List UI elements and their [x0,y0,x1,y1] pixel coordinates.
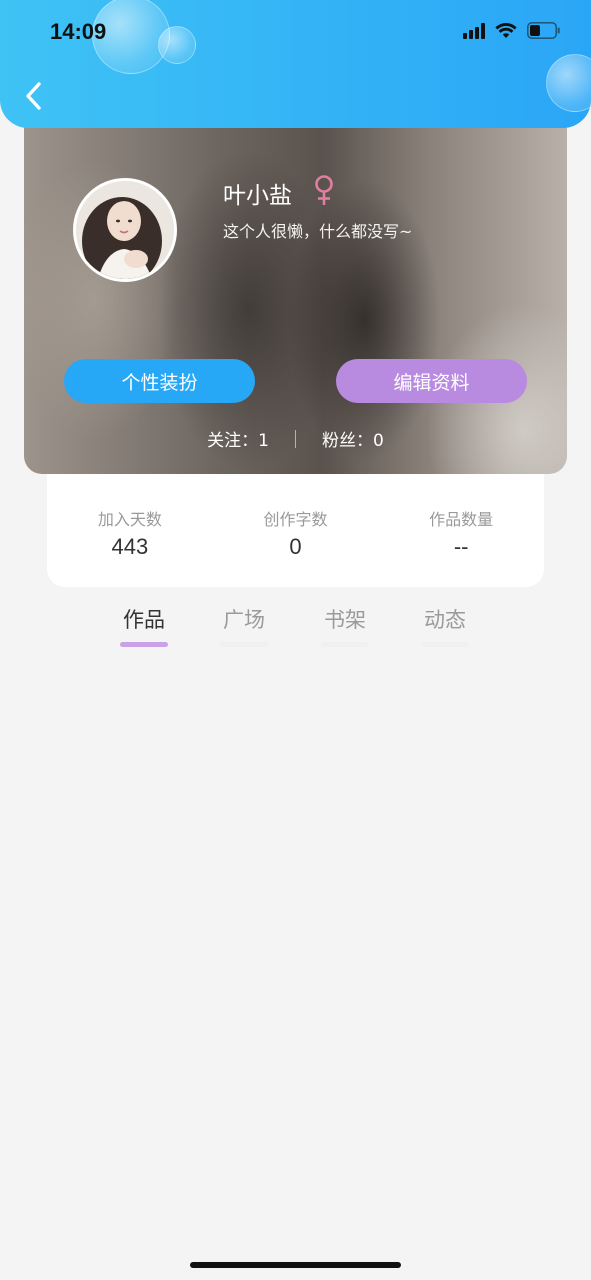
wifi-icon [495,22,517,39]
stat-label: 创作字数 [263,510,328,529]
stat-value: 443 [111,534,149,559]
followers-count[interactable]: 粉丝：0 [322,426,384,451]
tab-square[interactable]: 广场 [214,604,274,647]
status-icons [463,22,561,39]
stat-word-count: 创作字数 0 [213,472,379,587]
stat-value: -- [453,534,469,559]
decorate-button[interactable]: 个性装扮 [64,359,255,403]
female-gender-icon [312,174,336,212]
stat-works-count: 作品数量 -- [378,472,544,587]
stats-card: 加入天数 443 创作字数 0 作品数量 -- [47,472,544,587]
decorative-bubble [546,54,591,112]
tab-label: 书架 [324,608,366,632]
chevron-left-icon [26,82,41,110]
tab-indicator [120,642,168,647]
tab-works[interactable]: 作品 [114,604,174,647]
avatar[interactable] [73,178,177,282]
back-button[interactable] [18,78,48,114]
stat-join-days: 加入天数 443 [47,472,213,587]
tab-label: 广场 [223,608,265,632]
follow-stats: 关注：1 粉丝：0 [24,426,567,451]
tab-label: 作品 [123,608,165,632]
decorative-bubble [158,26,196,64]
following-count[interactable]: 关注：1 [207,426,269,451]
profile-screen: 14:09 叶小盐 这个人很懒，什么都没写~ 个性装扮 编辑资料 关注：1 粉丝… [0,0,591,1280]
tab-indicator [220,642,268,647]
follow-divider [295,429,296,448]
header-bar: 14:09 [0,0,591,128]
content-tabs: 作品 广场 书架 动态 [0,604,591,652]
user-name: 叶小盐 [223,183,292,209]
tab-indicator [421,642,469,647]
status-time: 14:09 [50,19,107,44]
tab-label: 动态 [424,608,466,632]
stat-value: 0 [289,534,302,559]
cellular-signal-icon [463,22,485,39]
tab-bookshelf[interactable]: 书架 [315,604,375,647]
stat-label: 作品数量 [429,510,494,529]
tab-feed[interactable]: 动态 [415,604,475,647]
profile-card: 叶小盐 这个人很懒，什么都没写~ 个性装扮 编辑资料 关注：1 粉丝：0 [24,100,567,474]
home-indicator[interactable] [190,1262,401,1268]
edit-profile-button[interactable]: 编辑资料 [336,359,527,403]
tab-indicator [321,642,369,647]
user-bio: 这个人很懒，什么都没写~ [223,222,413,241]
battery-icon [527,22,561,39]
stat-label: 加入天数 [97,510,162,529]
